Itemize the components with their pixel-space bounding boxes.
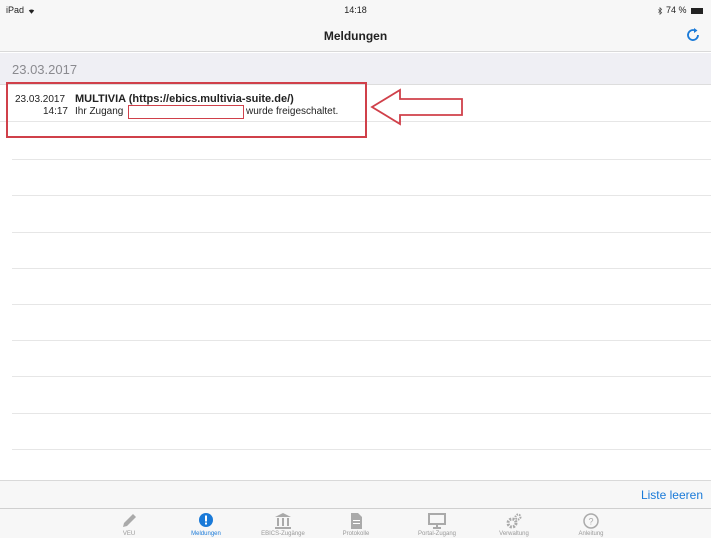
empty-row-separator (12, 376, 711, 377)
bluetooth-icon (658, 6, 663, 15)
tab-protokolle[interactable]: Protokolle (321, 512, 391, 537)
bottom-action-bar: Liste leeren (0, 480, 711, 508)
empty-row-separator (12, 413, 711, 414)
document-icon (351, 513, 362, 529)
empty-row-separator (12, 195, 711, 196)
empty-row-separator (12, 159, 711, 160)
empty-row-separator (12, 304, 711, 305)
tab-label: VEU (122, 531, 136, 537)
svg-text:?: ? (588, 517, 593, 527)
page-title: Meldungen (323, 29, 388, 43)
empty-row-separator (12, 449, 711, 450)
section-date: 23.03.2017 (12, 62, 78, 77)
annotation-arrow-icon (370, 88, 463, 126)
tab-label: Meldungen (191, 531, 221, 537)
empty-row-separator (12, 340, 711, 341)
refresh-icon[interactable] (683, 25, 703, 45)
bank-icon (275, 513, 291, 529)
tab-label: EBICS-Zugänge (261, 531, 305, 537)
tab-label: Protokolle (342, 531, 370, 537)
navigation-bar: Meldungen (0, 20, 711, 52)
tab-meldungen[interactable]: Meldungen (171, 512, 241, 537)
status-time: 14:18 (344, 5, 367, 15)
battery-percent: 74 % (665, 5, 687, 15)
tab-anleitung[interactable]: ? Anleitung (556, 512, 626, 537)
status-bar: iPad 14:18 74 % (0, 0, 711, 20)
empty-row-separator (12, 232, 711, 233)
tab-bar: VEU Meldungen EBICS-Zugänge Protokolle P… (0, 508, 711, 538)
clear-list-button[interactable]: Liste leeren (641, 488, 703, 502)
battery-icon (691, 7, 703, 14)
gears-icon (506, 513, 522, 529)
help-icon: ? (583, 513, 599, 529)
tab-label: Anleitung (578, 531, 604, 537)
empty-row-separator (12, 268, 711, 269)
tab-label: Portal-Zugang (417, 531, 457, 537)
tab-ebics-zugaenge[interactable]: EBICS-Zugänge (248, 512, 318, 537)
monitor-icon (428, 513, 446, 529)
tab-verwaltung[interactable]: Verwaltung (479, 512, 549, 537)
tab-portal-zugang[interactable]: Portal-Zugang (402, 512, 472, 537)
tab-label: Verwaltung (499, 531, 529, 537)
tab-veu[interactable]: VEU (94, 512, 164, 537)
section-header: 23.03.2017 (0, 53, 711, 85)
annotation-highlight-box (6, 82, 367, 138)
status-right: 74 % (657, 5, 703, 15)
pencil-icon (123, 514, 136, 527)
alert-bubble-icon (199, 513, 213, 527)
